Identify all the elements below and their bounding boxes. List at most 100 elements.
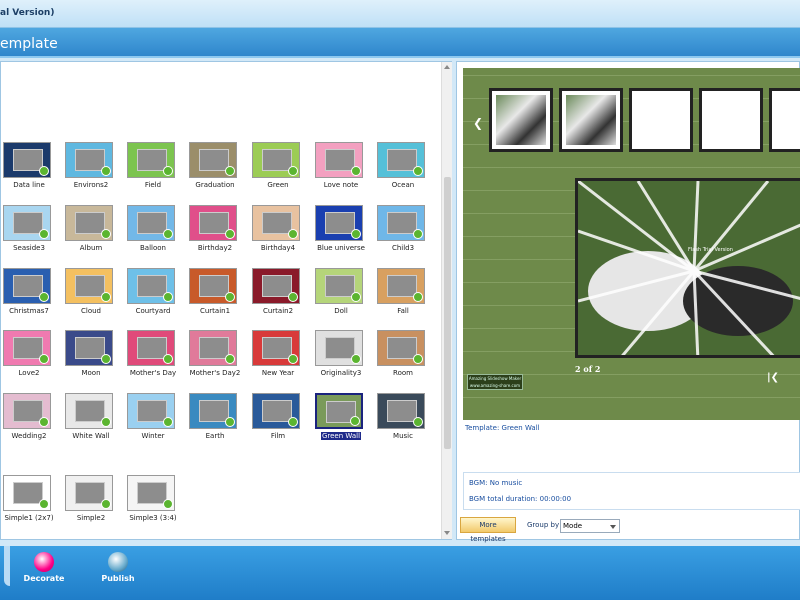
template-label: Film (270, 432, 286, 440)
thumbnail-5[interactable] (769, 88, 800, 152)
template-tile[interactable]: Film (248, 393, 310, 449)
photo-placeholder (75, 212, 105, 234)
group-by-label: Group by (527, 521, 560, 529)
template-tile[interactable]: Simple1 (2x7) (0, 475, 61, 531)
template-label: Balloon (140, 244, 166, 252)
template-label: Data line (13, 181, 45, 189)
publish-button[interactable]: Publish (88, 550, 148, 590)
gallery-scrollbar[interactable] (441, 62, 452, 539)
bgm-info-box: BGM: No music BGM total duration: 00:00:… (463, 472, 800, 510)
template-label: Earth (205, 432, 225, 440)
template-tile[interactable]: Mother's Day (123, 330, 185, 386)
decorate-button[interactable]: Decorate (14, 550, 74, 590)
template-tile[interactable]: Cloud (61, 268, 123, 324)
template-tile[interactable]: Doll (311, 268, 373, 324)
template-label: Blue universe (317, 244, 365, 252)
template-tile[interactable]: Wedding2 (0, 393, 61, 449)
photo-placeholder (199, 212, 229, 234)
more-templates-button[interactable]: More templates (460, 517, 516, 543)
photo-placeholder (325, 212, 355, 234)
template-tile[interactable]: Birthday2 (185, 205, 247, 261)
download-icon (163, 166, 173, 176)
template-tile[interactable]: Simple2 (61, 475, 123, 531)
photo-placeholder (262, 149, 292, 171)
template-label: Ocean (391, 181, 415, 189)
template-tile[interactable]: Love note (311, 142, 373, 198)
template-label: Mother's Day2 (189, 369, 241, 377)
template-label: Music (393, 432, 413, 440)
template-tile[interactable]: Moon (61, 330, 123, 386)
photo-placeholder (137, 212, 167, 234)
template-tile[interactable]: Seaside3 (0, 205, 61, 261)
template-tile[interactable]: Field (123, 142, 185, 198)
template-tile[interactable]: Graduation (185, 142, 247, 198)
download-icon (413, 417, 423, 427)
thumbnail-3[interactable] (629, 88, 693, 152)
download-icon (413, 166, 423, 176)
template-tile[interactable]: Originality3 (311, 330, 373, 386)
scroll-thumb[interactable] (444, 177, 451, 449)
template-tile[interactable]: Music (373, 393, 435, 449)
template-tile[interactable]: Green (248, 142, 310, 198)
template-thumbnail (377, 393, 425, 429)
template-label: Courtyard (135, 307, 171, 315)
template-tile[interactable]: Balloon (123, 205, 185, 261)
template-label: Cloud (81, 307, 101, 315)
template-tile[interactable]: Data line (0, 142, 61, 198)
template-tile[interactable]: Album (61, 205, 123, 261)
template-thumbnail (252, 393, 300, 429)
template-thumbnail (3, 393, 51, 429)
template-thumbnail (377, 142, 425, 178)
download-icon (351, 166, 361, 176)
download-icon (39, 166, 49, 176)
template-tile[interactable]: Curtain1 (185, 268, 247, 324)
template-label: Album (79, 244, 103, 252)
template-tile[interactable]: White Wall (61, 393, 123, 449)
thumbnail-4[interactable] (699, 88, 763, 152)
thumbnail-1[interactable] (489, 88, 553, 152)
decorate-label: Decorate (23, 574, 65, 583)
chevron-left-icon[interactable]: ❮ (473, 116, 483, 130)
download-icon (39, 229, 49, 239)
main-photo: Flash Trial Version (575, 178, 800, 358)
photo-placeholder (387, 337, 417, 359)
template-tile[interactable]: Fall (373, 268, 435, 324)
template-tile[interactable]: Courtyard (123, 268, 185, 324)
template-tile[interactable]: Blue universe (311, 205, 373, 261)
template-tile[interactable]: Room (373, 330, 435, 386)
template-thumbnail (315, 142, 363, 178)
template-thumbnail (127, 268, 175, 304)
template-label: Simple1 (2x7) (4, 514, 54, 522)
download-icon (413, 354, 423, 364)
template-tile[interactable]: Ocean (373, 142, 435, 198)
template-name: Template: Green Wall (465, 424, 540, 432)
template-preview: ❮ Flash Trial Version 2 of 2 Amazing Sli… (463, 68, 800, 420)
rewind-icon[interactable]: |❮ (767, 372, 779, 383)
template-tile[interactable]: Love2 (0, 330, 61, 386)
download-icon (39, 354, 49, 364)
template-tile[interactable]: Birthday4 (248, 205, 310, 261)
photo-placeholder (137, 337, 167, 359)
template-tile[interactable]: Environs2 (61, 142, 123, 198)
scroll-up-icon[interactable] (444, 65, 450, 69)
scroll-down-icon[interactable] (444, 531, 450, 535)
download-icon (163, 354, 173, 364)
template-tile[interactable]: Earth (185, 393, 247, 449)
template-tile[interactable]: Mother's Day2 (185, 330, 247, 386)
template-label: Love note (323, 181, 359, 189)
thumbnail-2[interactable] (559, 88, 623, 152)
template-tile[interactable]: Child3 (373, 205, 435, 261)
photo-placeholder (387, 275, 417, 297)
title-bar: al Version) (0, 0, 800, 28)
template-tile[interactable]: New Year (248, 330, 310, 386)
group-by-select[interactable]: Mode (560, 519, 620, 533)
template-thumbnail (189, 268, 237, 304)
template-tile[interactable]: Green Wall (311, 393, 373, 449)
download-icon (163, 499, 173, 509)
template-tile[interactable]: Simple3 (3:4) (123, 475, 185, 531)
transition-effect (578, 181, 800, 355)
photo-placeholder (137, 149, 167, 171)
template-tile[interactable]: Christmas7 (0, 268, 61, 324)
template-tile[interactable]: Curtain2 (248, 268, 310, 324)
template-tile[interactable]: Winter (123, 393, 185, 449)
